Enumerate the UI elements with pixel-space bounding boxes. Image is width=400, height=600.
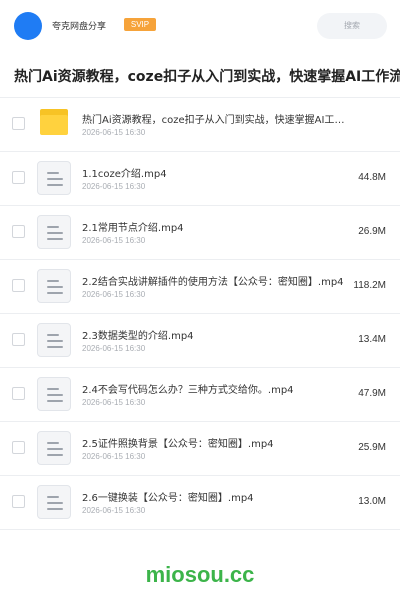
folder-icon bbox=[40, 109, 68, 135]
file-size: 44.8M bbox=[358, 172, 386, 183]
file-name: 2.2结合实战讲解插件的使用方法【公众号：密知圈】.mp4 bbox=[82, 277, 344, 288]
file-size: 13.0M bbox=[358, 496, 386, 507]
document-icon bbox=[37, 269, 71, 303]
file-size: 25.9M bbox=[358, 442, 386, 453]
file-row[interactable]: 2.5证件照换背景【公众号：密知圈】.mp4 2026-06-15 16:30 … bbox=[0, 422, 400, 476]
row-checkbox[interactable] bbox=[12, 117, 25, 130]
site-watermark: miosou.cc bbox=[145, 562, 255, 587]
sharer-name: 夸克网盘分享 bbox=[52, 22, 107, 32]
file-name: 热门Ai资源教程，coze扣子从入门到实战，快速掌握AI工作流 bbox=[82, 115, 352, 126]
row-checkbox[interactable] bbox=[12, 441, 25, 454]
file-size: 118.2M bbox=[353, 280, 386, 291]
search-input[interactable]: 搜索 bbox=[317, 13, 387, 39]
file-date: 2026-06-15 16:30 bbox=[82, 452, 146, 461]
folder-row[interactable]: 热门Ai资源教程，coze扣子从入门到实战，快速掌握AI工作流 2026-06-… bbox=[0, 98, 400, 152]
file-name: 2.4不会写代码怎么办？三种方式交给你。.mp4 bbox=[82, 385, 294, 396]
page-title: 热门Ai资源教程，coze扣子从入门到实战，快速掌握AI工作流 bbox=[14, 69, 400, 85]
file-size: 47.9M bbox=[358, 388, 386, 399]
file-row[interactable]: 2.2结合实战讲解插件的使用方法【公众号：密知圈】.mp4 2026-06-15… bbox=[0, 260, 400, 314]
file-size: 26.9M bbox=[358, 226, 386, 237]
file-row[interactable]: 1.1coze介绍.mp4 2026-06-15 16:30 44.8M bbox=[0, 152, 400, 206]
file-date: 2026-06-15 16:30 bbox=[82, 236, 146, 245]
row-checkbox[interactable] bbox=[12, 333, 25, 346]
row-checkbox[interactable] bbox=[12, 279, 25, 292]
document-icon bbox=[37, 431, 71, 465]
file-row[interactable]: 2.1常用节点介绍.mp4 2026-06-15 16:30 26.9M bbox=[0, 206, 400, 260]
file-name: 2.5证件照换背景【公众号：密知圈】.mp4 bbox=[82, 439, 274, 450]
document-icon bbox=[37, 215, 71, 249]
row-checkbox[interactable] bbox=[12, 225, 25, 238]
file-row[interactable]: 2.3数据类型的介绍.mp4 2026-06-15 16:30 13.4M bbox=[0, 314, 400, 368]
row-checkbox[interactable] bbox=[12, 171, 25, 184]
file-row[interactable]: 2.6一键换装【公众号：密知圈】.mp4 2026-06-15 16:30 13… bbox=[0, 476, 400, 530]
row-checkbox[interactable] bbox=[12, 495, 25, 508]
file-name: 2.3数据类型的介绍.mp4 bbox=[82, 331, 194, 342]
row-checkbox[interactable] bbox=[12, 387, 25, 400]
file-name: 2.6一键换装【公众号：密知圈】.mp4 bbox=[82, 493, 254, 504]
file-name: 2.1常用节点介绍.mp4 bbox=[82, 223, 184, 234]
file-date: 2026-06-15 16:30 bbox=[82, 128, 146, 137]
file-date: 2026-06-15 16:30 bbox=[82, 182, 146, 191]
file-row[interactable]: 2.4不会写代码怎么办？三种方式交给你。.mp4 2026-06-15 16:3… bbox=[0, 368, 400, 422]
file-date: 2026-06-15 16:30 bbox=[82, 506, 146, 515]
file-date: 2026-06-15 16:30 bbox=[82, 344, 146, 353]
document-icon bbox=[37, 485, 71, 519]
file-name: 1.1coze介绍.mp4 bbox=[82, 169, 167, 180]
file-date: 2026-06-15 16:30 bbox=[82, 398, 146, 407]
title-bar: 热门Ai资源教程，coze扣子从入门到实战，快速掌握AI工作流 bbox=[0, 52, 400, 98]
svip-badge: SVIP bbox=[124, 18, 156, 31]
document-icon bbox=[37, 161, 71, 195]
file-list: 热门Ai资源教程，coze扣子从入门到实战，快速掌握AI工作流 2026-06-… bbox=[0, 98, 400, 530]
top-header: 夸克网盘分享 SVIP 搜索 bbox=[0, 0, 400, 52]
file-date: 2026-06-15 16:30 bbox=[82, 290, 146, 299]
avatar[interactable] bbox=[14, 12, 42, 40]
document-icon bbox=[37, 377, 71, 411]
file-size: 13.4M bbox=[358, 334, 386, 345]
document-icon bbox=[37, 323, 71, 357]
